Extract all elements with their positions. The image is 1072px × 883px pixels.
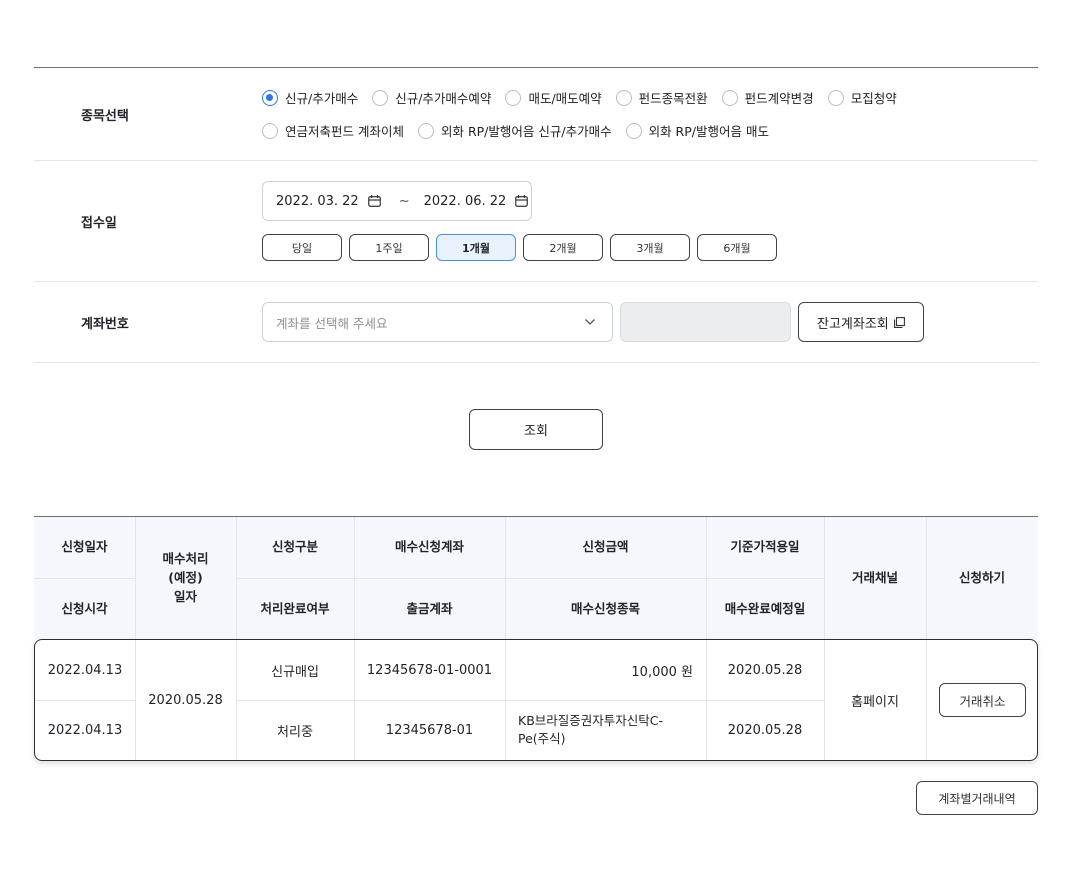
radio-indicator[interactable]	[262, 122, 278, 139]
cell-process-date: 2020.05.28	[148, 692, 223, 708]
account-row: 계좌번호 계좌를 선택해 주세요 잔고계좌조회	[34, 282, 1038, 363]
radio-label: 펀드종목전환	[638, 91, 708, 106]
radio-indicator[interactable]	[625, 122, 642, 139]
header-apply-date: 신청일자	[61, 539, 108, 555]
column-divider	[926, 640, 927, 760]
header-amount: 신청금액	[582, 539, 629, 555]
type-options-line-1: 신규/추가매수 신규/추가매수예약 매도/매도예약 펀드종목전환 펀드계약변경 …	[262, 86, 1038, 110]
radio-indicator[interactable]	[372, 89, 389, 106]
period-1month-button[interactable]: 1개월	[436, 234, 516, 261]
type-options-line-2: 연금저축펀드 계좌이체 외화 RP/발행어음 신규/추가매수 외화 RP/발행어…	[262, 119, 1038, 143]
radio-new-buy[interactable]: 신규/추가매수	[262, 88, 358, 107]
period-3month-button[interactable]: 3개월	[610, 234, 690, 261]
start-date[interactable]: 2022. 03. 22	[276, 194, 359, 209]
radio-fund-switch[interactable]: 펀드종목전환	[615, 88, 708, 107]
cell-apply-type: 신규매입	[271, 664, 319, 680]
period-buttons: 당일 1주일 1개월 2개월 3개월 6개월	[262, 234, 1038, 261]
cell-base-price-date: 2020.05.28	[727, 662, 803, 678]
date-label: 접수일	[81, 215, 117, 231]
type-label: 종목선택	[81, 108, 129, 124]
radio-fx-rp-buy[interactable]: 외화 RP/발행어음 신규/추가매수	[417, 121, 612, 140]
radio-indicator[interactable]	[262, 89, 278, 106]
search-button[interactable]: 조회	[469, 409, 603, 450]
account-label: 계좌번호	[81, 316, 129, 332]
period-1week-button[interactable]: 1주일	[349, 234, 429, 261]
radio-indicator[interactable]	[721, 89, 738, 106]
header-fund-item: 매수신청종목	[570, 600, 640, 616]
radio-label: 펀드계약변경	[744, 91, 814, 106]
cell-apply-time: 2022.04.13	[47, 722, 123, 738]
account-name-field	[620, 302, 791, 342]
cell-complete-status: 처리중	[277, 724, 313, 740]
search-form: 종목선택 신규/추가매수 신규/추가매수예약 매도/매도예약 펀드종목전환 펀드…	[34, 67, 1038, 363]
balance-account-button[interactable]: 잔고계좌조회	[798, 302, 924, 342]
header-apply-type: 신청구분	[271, 539, 318, 555]
radio-indicator[interactable]	[505, 89, 522, 106]
header-channel: 거래채널	[851, 570, 898, 586]
calendar-icon[interactable]	[515, 195, 529, 207]
header-apply-time: 신청시각	[61, 600, 108, 616]
radio-label: 매도/매도예약	[528, 91, 602, 106]
date-range-field[interactable]: 2022. 03. 22 ~ 2022. 06. 22	[262, 181, 532, 221]
header-complete-status: 처리완료여부	[260, 600, 330, 616]
header-expected-complete-date: 매수완료예정일	[724, 600, 806, 616]
cell-expected-complete-date: 2020.05.28	[727, 722, 803, 738]
fund-transaction-page: 종목선택 신규/추가매수 신규/추가매수예약 매도/매도예약 펀드종목전환 펀드…	[0, 0, 1072, 883]
cell-fund-item: KB브라질증권자투자신탁C-Pe(주식)	[518, 712, 664, 746]
period-today-button[interactable]: 당일	[262, 234, 342, 261]
radio-label: 연금저축펀드 계좌이체	[285, 124, 404, 139]
radio-indicator[interactable]	[417, 122, 434, 139]
radio-label: 신규/추가매수예약	[395, 91, 492, 106]
header-action: 신청하기	[958, 570, 1005, 586]
balance-account-label: 잔고계좌조회	[817, 316, 889, 332]
radio-fx-rp-sell[interactable]: 외화 RP/발행어음 매도	[625, 121, 769, 140]
period-6month-button[interactable]: 6개월	[697, 234, 777, 261]
calendar-icon[interactable]	[367, 195, 381, 207]
radio-subscription[interactable]: 모집청약	[827, 88, 897, 107]
account-controls: 계좌를 선택해 주세요 잔고계좌조회	[262, 302, 1038, 342]
radio-sell[interactable]: 매도/매도예약	[505, 88, 602, 107]
radio-label: 신규/추가매수	[285, 91, 359, 106]
radio-contract-change[interactable]: 펀드계약변경	[721, 88, 814, 107]
account-select-placeholder: 계좌를 선택해 주세요	[276, 315, 388, 331]
table-header: 신청일자 신청시각 매수처리 (예정) 일자 신청구분 처리완료여부 매수신청계…	[34, 516, 1038, 640]
cell-channel: 홈페이지	[851, 694, 899, 710]
new-window-icon	[893, 316, 905, 328]
header-base-price-date: 기준가적용일	[730, 539, 800, 555]
cell-apply-date: 2022.04.13	[47, 662, 123, 678]
transaction-table: 신청일자 신청시각 매수처리 (예정) 일자 신청구분 처리완료여부 매수신청계…	[34, 516, 1038, 761]
account-history-button[interactable]: 계좌별거래내역	[916, 781, 1038, 815]
date-controls: 2022. 03. 22 ~ 2022. 06. 22 당일 1주일 1개월 2…	[262, 181, 1038, 261]
date-separator: ~	[398, 193, 410, 209]
chevron-down-icon	[585, 319, 595, 325]
account-select[interactable]: 계좌를 선택해 주세요	[262, 302, 613, 342]
cancel-transaction-button[interactable]: 거래취소	[939, 683, 1026, 717]
type-options: 신규/추가매수 신규/추가매수예약 매도/매도예약 펀드종목전환 펀드계약변경 …	[262, 86, 1038, 143]
table-row: 2022.04.13 2022.04.13 2020.05.28 신규매입 처리…	[34, 639, 1038, 761]
header-process-date: 매수처리 (예정) 일자	[162, 551, 209, 604]
header-withdraw-account: 출금계좌	[406, 600, 453, 616]
radio-pension-transfer[interactable]: 연금저축펀드 계좌이체	[262, 121, 404, 140]
radio-indicator[interactable]	[827, 89, 844, 106]
period-2month-button[interactable]: 2개월	[523, 234, 603, 261]
type-row: 종목선택 신규/추가매수 신규/추가매수예약 매도/매도예약 펀드종목전환 펀드…	[34, 68, 1038, 161]
cell-withdraw-account: 12345678-01	[385, 722, 474, 738]
cell-buy-account: 12345678-01-0001	[366, 662, 493, 678]
radio-indicator[interactable]	[615, 89, 632, 106]
radio-label: 모집청약	[850, 91, 897, 106]
end-date[interactable]: 2022. 06. 22	[424, 194, 507, 209]
header-buy-account: 매수신청계좌	[394, 539, 464, 555]
radio-label: 외화 RP/발행어음 신규/추가매수	[440, 124, 612, 139]
radio-label: 외화 RP/발행어음 매도	[648, 124, 769, 139]
radio-new-buy-reserve[interactable]: 신규/추가매수예약	[372, 88, 491, 107]
date-row: 접수일 2022. 03. 22 ~ 2022. 06. 22 당일 1주일 1…	[34, 161, 1038, 282]
cell-amount: 10,000 원	[631, 664, 693, 680]
